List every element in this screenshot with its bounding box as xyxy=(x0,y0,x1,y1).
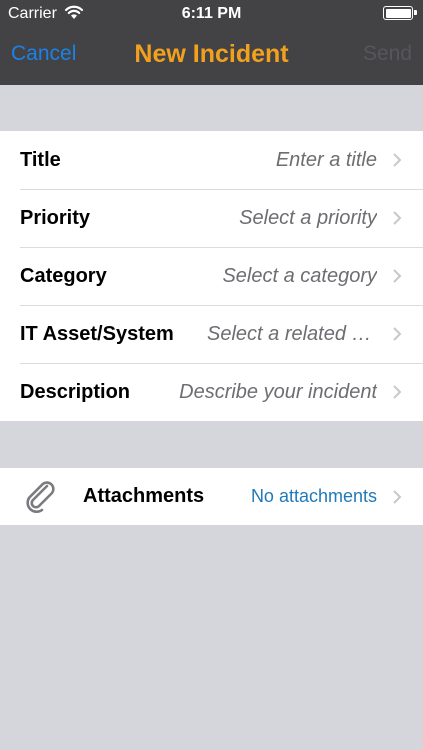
attachments-label: Attachments xyxy=(83,485,205,507)
category-placeholder: Select a category xyxy=(222,264,377,287)
chevron-right-icon xyxy=(393,269,402,283)
battery-fill xyxy=(385,8,411,18)
page-title: New Incident xyxy=(134,40,289,68)
incident-form: Title Enter a title Priority Select a pr… xyxy=(0,131,423,421)
priority-row[interactable]: Priority Select a priority xyxy=(0,189,423,247)
it-asset-placeholder: Select a related asset xyxy=(207,322,377,345)
title-row[interactable]: Title Enter a title xyxy=(0,131,423,189)
priority-placeholder: Select a priority xyxy=(239,206,377,229)
row-label: Title xyxy=(20,148,61,171)
attachments-row[interactable]: Attachments No attachments xyxy=(0,468,423,525)
row-label: Description xyxy=(20,380,131,403)
row-label: IT Asset/System xyxy=(20,322,174,345)
chevron-right-icon xyxy=(393,489,402,504)
row-label: Category xyxy=(20,264,107,287)
top-bar: Carrier 6:11 PM Cancel New Incident Send xyxy=(0,0,423,85)
status-bar: Carrier 6:11 PM xyxy=(0,0,423,28)
it-asset-row[interactable]: IT Asset/System Select a related asset xyxy=(0,305,423,363)
navigation-bar: Cancel New Incident Send xyxy=(0,30,423,80)
title-placeholder: Enter a title xyxy=(275,148,377,171)
description-placeholder: Describe your incident xyxy=(179,380,377,403)
battery-icon xyxy=(383,6,417,20)
attachments-status: No attachments xyxy=(250,486,377,506)
category-row[interactable]: Category Select a category xyxy=(0,247,423,305)
chevron-right-icon xyxy=(393,153,402,167)
send-button[interactable]: Send xyxy=(363,42,412,66)
chevron-right-icon xyxy=(393,327,402,341)
description-row[interactable]: Description Describe your incident xyxy=(0,363,423,421)
chevron-right-icon xyxy=(393,385,402,399)
status-time: 6:11 PM xyxy=(181,5,242,22)
attachments-section: Attachments No attachments xyxy=(0,468,423,525)
battery-tip xyxy=(414,10,417,15)
chevron-right-icon xyxy=(393,211,402,225)
paperclip-icon xyxy=(26,481,55,513)
row-label: Priority xyxy=(20,206,91,229)
